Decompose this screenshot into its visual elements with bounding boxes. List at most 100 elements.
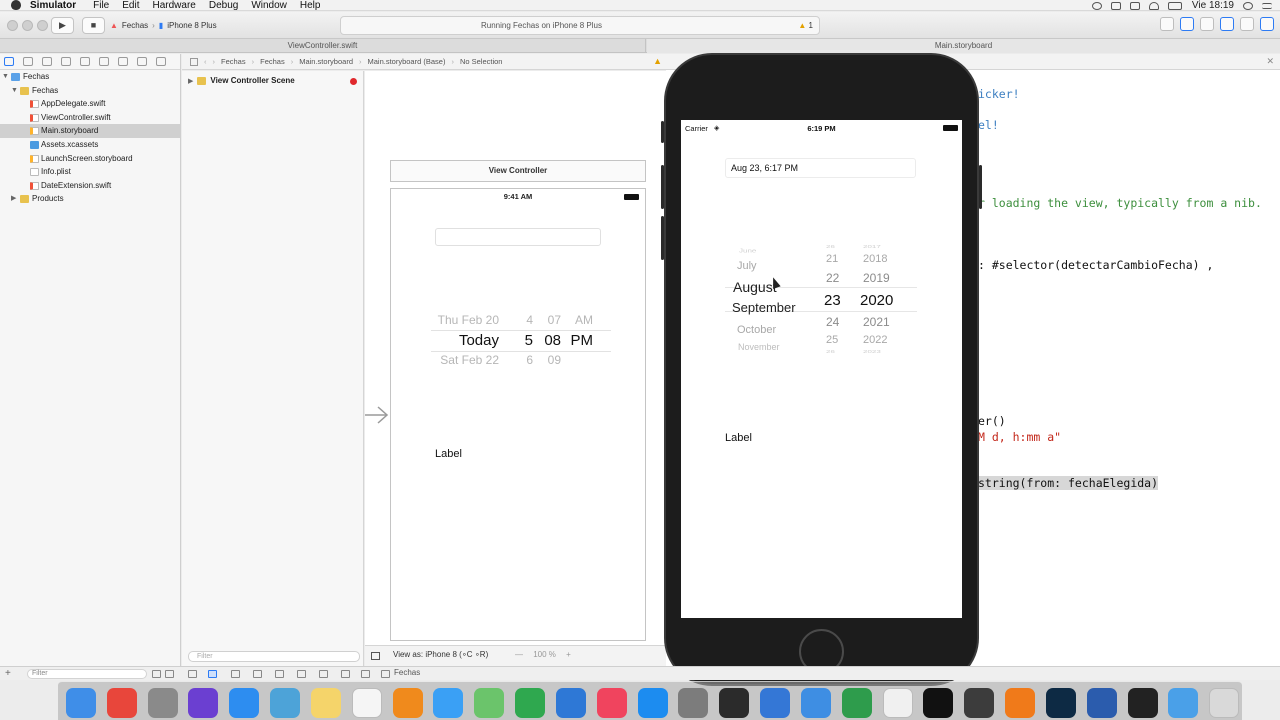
xcode-icon[interactable] [760,688,790,718]
jump-item[interactable]: Main.storyboard [299,57,353,66]
close-window-button[interactable] [7,20,18,31]
picker-day[interactable]: 25 [826,334,838,346]
issue-icon[interactable] [80,57,90,66]
view-hierarchy-icon[interactable] [319,670,328,678]
tree-item-file[interactable]: LaunchScreen.storyboard [0,152,180,166]
picker-year[interactable]: 2021 [863,315,890,329]
disclosure-closed-icon[interactable]: ▶ [188,77,193,85]
minimize-window-button[interactable] [22,20,33,31]
related-items-icon[interactable] [190,57,198,66]
storyboard-canvas[interactable]: View Controller 9:41 AM Thu Feb 20 4 07 … [365,71,666,666]
entry-point-arrow-icon[interactable] [365,405,389,425]
jump-item[interactable]: Main.storyboard (Base) [368,57,446,66]
code-line[interactable]: el! [978,118,999,132]
report-icon[interactable] [156,57,166,66]
back-icon[interactable]: ‹ [204,57,207,66]
menu-edit[interactable]: Edit [122,0,139,11]
menu-window[interactable]: Window [251,0,287,11]
zoom-out-button[interactable]: — [515,650,523,659]
picker-day[interactable]: 22 [826,271,839,285]
reminders-icon[interactable] [352,688,382,718]
picker-day[interactable]: 21 [826,253,838,265]
code-line[interactable]: : #selector(detectarCambioFecha) , [978,258,1213,272]
view-controller-title-bar[interactable]: View Controller [390,160,646,182]
menu-hardware[interactable]: Hardware [152,0,195,11]
document-outline-toggle-icon[interactable] [371,652,380,660]
picker-day[interactable]: 26 [826,244,835,249]
debug-area-toggle-icon[interactable] [1240,17,1254,31]
zoom-level[interactable]: 100 % [533,650,556,659]
code-line[interactable]: string(from: fechaElegida) [978,476,1159,490]
run-button[interactable]: ▶ [51,17,74,34]
close-editor-icon[interactable]: ✕ [1266,56,1274,67]
display-icon[interactable] [1110,1,1121,10]
debug-icon[interactable] [118,57,128,66]
messages-icon[interactable] [433,688,463,718]
quicktime-icon[interactable] [719,688,749,718]
picker-month[interactable]: October [737,324,776,336]
camtasia-icon[interactable] [842,688,872,718]
code-line[interactable]: icker! [978,87,1020,101]
safari-icon[interactable] [229,688,259,718]
memory-graph-icon[interactable] [341,670,350,678]
date-text-field[interactable]: Aug 23, 6:17 PM [725,158,916,178]
menu-file[interactable]: File [93,0,109,11]
textedit-icon[interactable] [883,688,913,718]
source-control-icon[interactable] [23,57,33,66]
assistant-editor-icon[interactable] [1180,17,1194,31]
tree-item-group[interactable]: ▼ Fechas [0,84,180,98]
preview-icon[interactable] [270,688,300,718]
picker-day[interactable]: 24 [826,315,839,329]
test-icon[interactable] [99,57,109,66]
warning-count[interactable]: ▲ 1 [798,17,813,34]
side-button[interactable] [979,165,982,209]
tree-item-file[interactable]: Info.plist [0,165,180,179]
breakpoints-toggle-icon[interactable] [208,670,217,678]
notes-icon[interactable] [311,688,341,718]
tree-item-file[interactable]: DateExtension.swift [0,179,180,193]
picker-day-selected[interactable]: 23 [824,292,841,309]
system-preferences-icon[interactable] [678,688,708,718]
picker-month[interactable]: September [732,300,796,315]
tree-item-file-selected[interactable]: Main.storyboard [0,124,180,138]
hide-debug-area-icon[interactable] [188,670,197,678]
jump-item[interactable]: Fechas [260,57,285,66]
picker-day[interactable]: 26 [826,349,835,354]
launchpad-icon[interactable] [148,688,178,718]
standard-editor-icon[interactable] [1160,17,1174,31]
device-screen[interactable]: Carrier ◈ 6:19 PM Aug 23, 6:17 PM June J… [681,120,962,618]
zoom-window-button[interactable] [37,20,48,31]
error-indicator-icon[interactable] [350,78,357,85]
menu-debug[interactable]: Debug [209,0,238,11]
text-field[interactable] [435,228,601,246]
navigator-filter-input[interactable]: Filter [27,669,147,679]
terminal-icon[interactable] [1128,688,1158,718]
record-icon[interactable] [1091,1,1102,10]
menu-help[interactable]: Help [300,0,321,11]
menu-clock[interactable]: Vie 18:19 [1192,0,1234,11]
tree-item-file[interactable]: AppDelegate.swift [0,97,180,111]
view-as-device-button[interactable]: View as: iPhone 8 (∘C ∘R) [393,646,488,664]
navigator-toggle-icon[interactable] [1220,17,1234,31]
scheme-selector[interactable]: ▲ Fechas › ▮ iPhone 8 Plus [110,17,217,34]
utilities-toggle-icon[interactable] [1260,17,1274,31]
version-editor-icon[interactable] [1200,17,1214,31]
find-icon[interactable] [61,57,71,66]
outline-scene-row[interactable]: ▶ View Controller Scene [188,76,295,85]
code-line[interactable]: r loading the view, typically from a nib… [978,196,1262,210]
notification-center-icon[interactable] [1262,2,1272,9]
word-icon[interactable] [1087,688,1117,718]
tree-item-products[interactable]: ▶ Products [0,192,180,206]
view-controller-scene[interactable]: 9:41 AM Thu Feb 20 4 07 AM Today 5 08 PM… [390,188,646,641]
screen-mirroring-icon[interactable] [1129,1,1140,10]
photoshop-icon[interactable] [1046,688,1076,718]
tree-item-project[interactable]: ▼ Fechas [0,70,180,84]
source-control-filter-icon[interactable] [165,670,174,678]
add-icon[interactable]: + [5,668,11,679]
appstore-icon[interactable] [638,688,668,718]
tab-main-storyboard[interactable]: Main.storyboard [647,39,1280,53]
picker-month[interactable]: July [737,260,757,272]
code-line[interactable]: M d, h:mm a" [978,430,1061,444]
symbol-icon[interactable] [42,57,52,66]
outline-filter-input[interactable]: Filter [188,651,360,662]
